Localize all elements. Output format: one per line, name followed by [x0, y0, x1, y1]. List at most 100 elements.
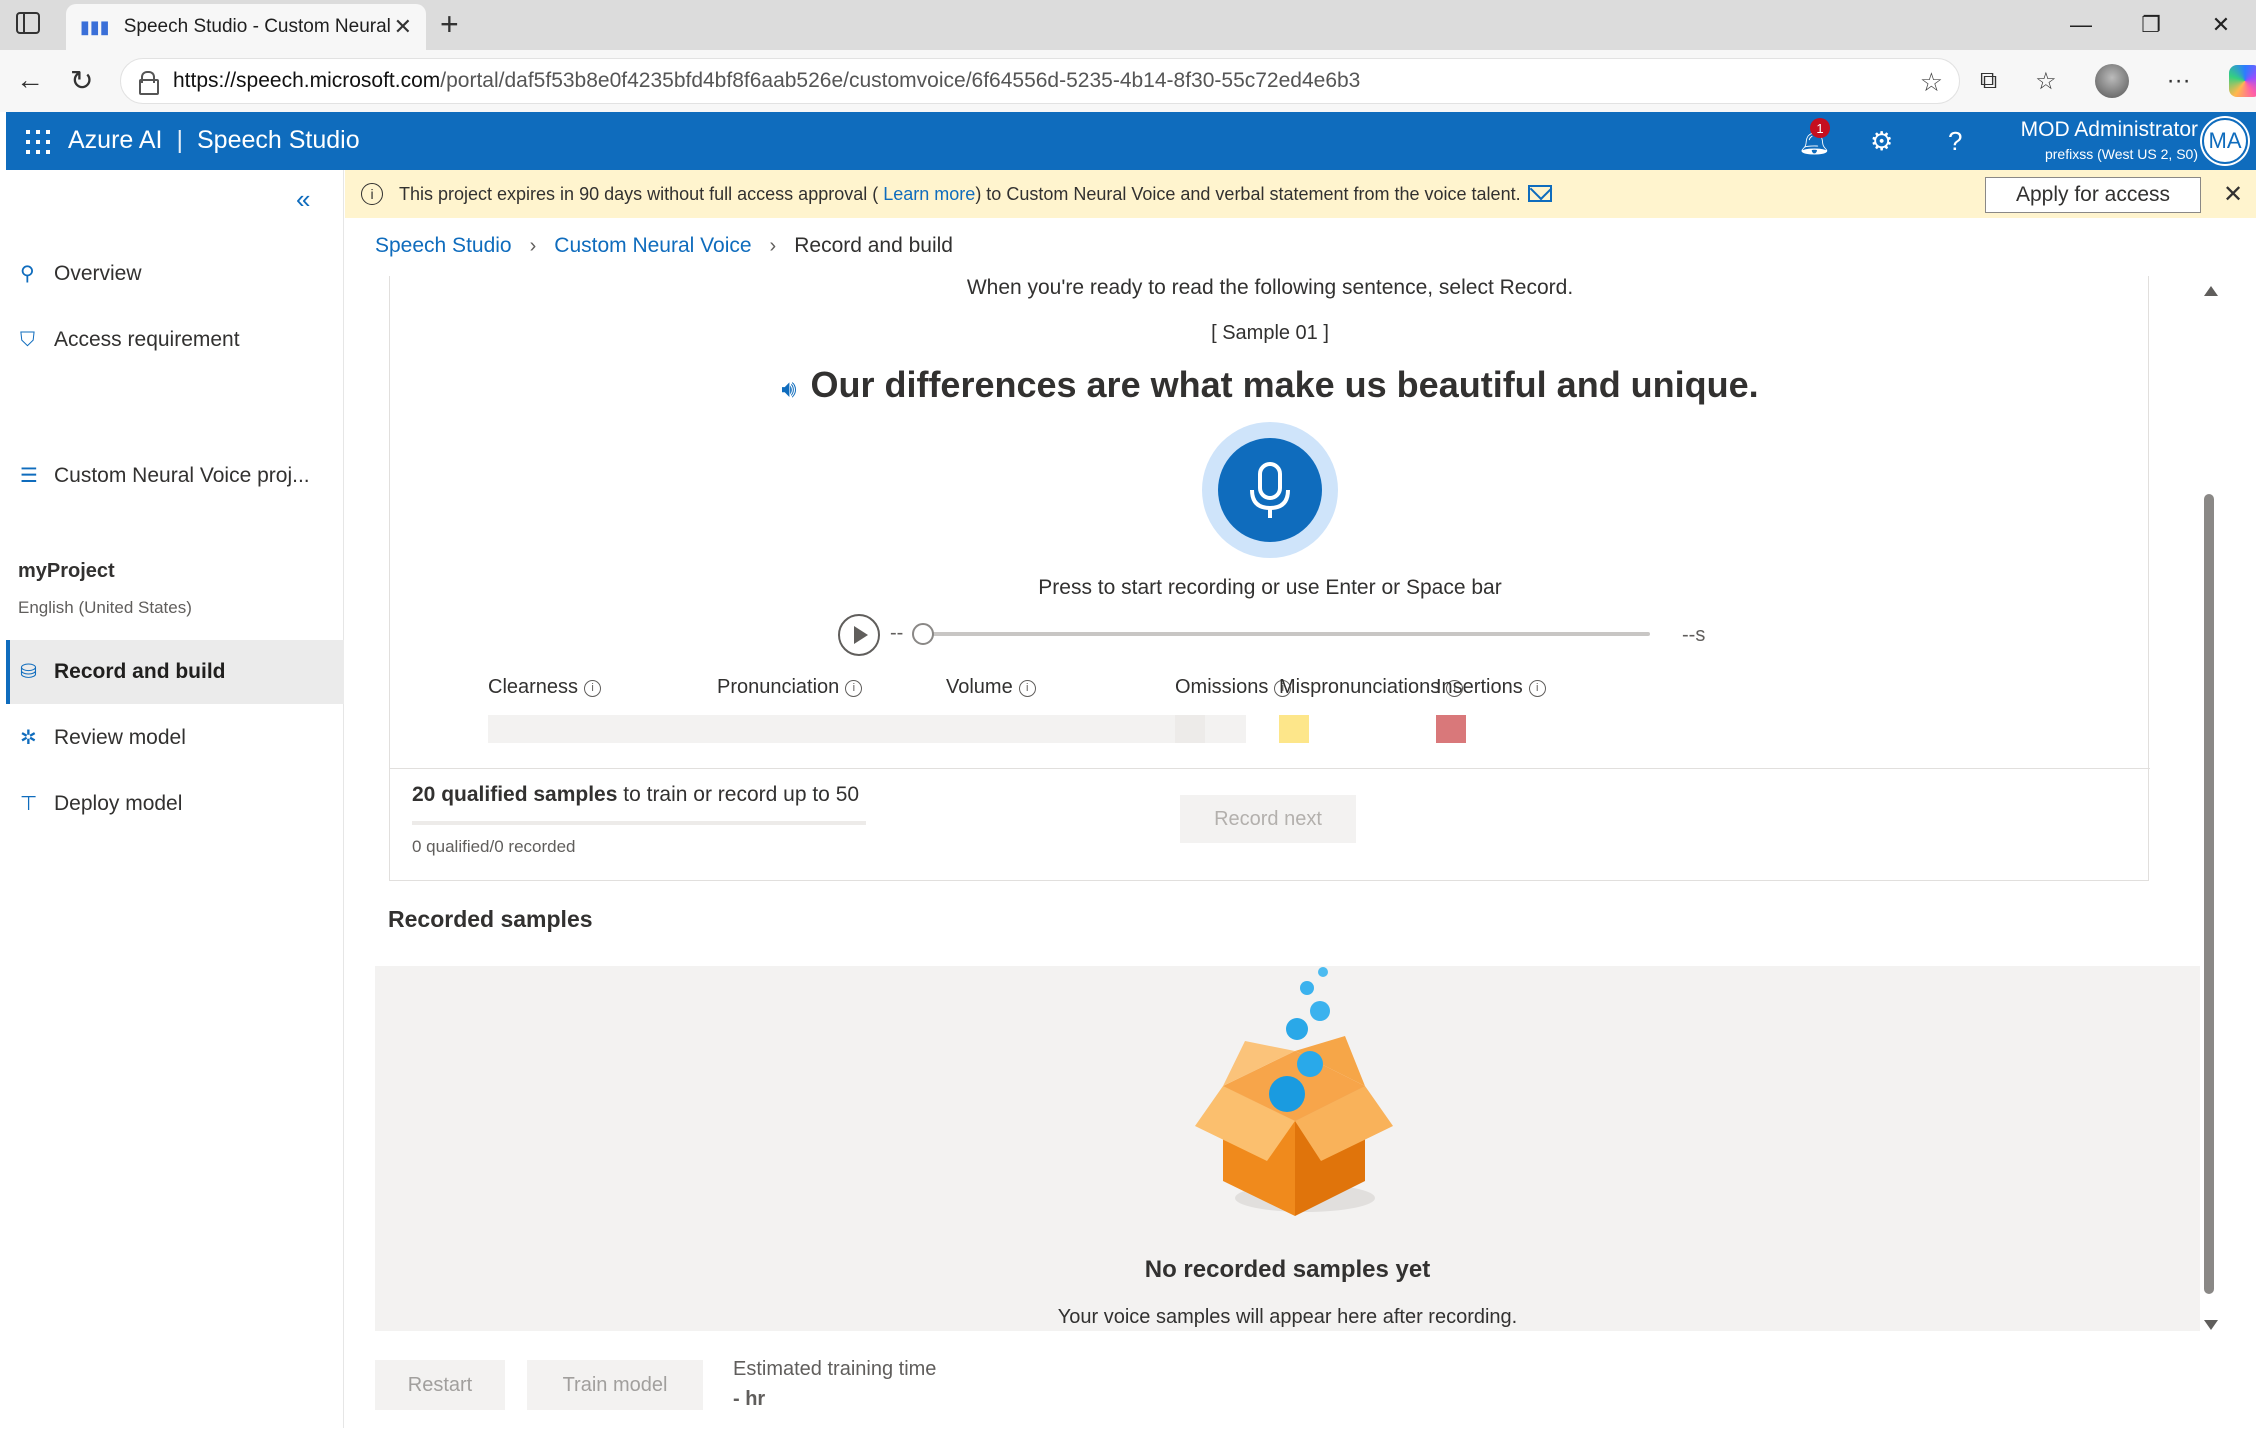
nav-label: Review model: [54, 726, 186, 749]
window-close-icon[interactable]: ✕: [2186, 0, 2256, 50]
insertions-swatch: [1436, 715, 1466, 743]
brand-speech-studio[interactable]: Speech Studio: [197, 126, 360, 155]
empty-state-subtitle: Your voice samples will appear here afte…: [1057, 1306, 1518, 1328]
restore-icon[interactable]: ❐: [2116, 0, 2186, 50]
extensions-icon[interactable]: ⧉: [1980, 67, 1997, 95]
nav-item-access-requirement[interactable]: ⛉ Access requirement: [6, 308, 344, 372]
record-hint: Press to start recording or use Enter or…: [1038, 576, 1502, 599]
url-path: /portal/daf5f53b8e0f4235bfd4bf8f6aab526e…: [440, 69, 1361, 92]
favorites-icon[interactable]: ☆: [2035, 67, 2057, 96]
lock-icon[interactable]: [139, 71, 159, 95]
help-icon[interactable]: ?: [1948, 126, 1962, 157]
metric-pronunciation: Pronunciation i: [717, 676, 863, 699]
progress-section: 20 qualified samples to train or record …: [390, 768, 2150, 881]
url-host: https://speech.microsoft.com: [173, 69, 441, 92]
info-icon[interactable]: i: [845, 680, 863, 697]
breadcrumb-speech-studio[interactable]: Speech Studio: [375, 234, 512, 258]
tab-actions-icon[interactable]: [16, 12, 40, 34]
rocket-icon: ⚲: [20, 263, 35, 285]
browser-tabstrip: ▮▮▮ Speech Studio - Custom Neural V ✕ + …: [0, 0, 2256, 50]
app-header: Azure AI | Speech Studio 🔔︎ 1 ⚙ ? MOD Ad…: [6, 112, 2256, 170]
estimated-training-label: Estimated training time: [733, 1358, 937, 1380]
info-icon[interactable]: i: [1528, 680, 1546, 697]
learn-more-link[interactable]: Learn more: [883, 184, 975, 204]
bottom-action-bar: Restart Train model Estimated training t…: [345, 1340, 2256, 1428]
nav-item-review-model[interactable]: ✲ Review model: [6, 706, 344, 770]
breadcrumb-current: Record and build: [794, 234, 953, 257]
address-bar[interactable]: https://speech.microsoft.com/portal/daf5…: [120, 58, 1960, 104]
time-elapsed: --: [890, 622, 904, 644]
nav-item-deploy-model[interactable]: ⊤ Deploy model: [6, 772, 344, 836]
user-info[interactable]: MOD Administrator prefixss (West US 2, S…: [2021, 116, 2198, 162]
qualified-progress-bar: [412, 821, 866, 825]
info-icon[interactable]: i: [584, 680, 602, 697]
audio-seek-bar[interactable]: [920, 632, 1650, 636]
database-icon: ⛁: [20, 661, 37, 683]
back-icon[interactable]: ←: [16, 64, 44, 96]
info-icon[interactable]: i: [1018, 680, 1036, 697]
banner-text: This project expires in 90 days without …: [399, 184, 1521, 205]
main-content: When you're ready to read the following …: [345, 276, 2200, 1331]
browser-toolbar: ⧉ ☆ ···: [1980, 64, 2256, 98]
refresh-icon[interactable]: ↻: [70, 64, 93, 97]
scroll-down-icon[interactable]: [2204, 1320, 2218, 1330]
metric-label: Omissions: [1175, 676, 1269, 698]
user-avatar[interactable]: MA: [2202, 118, 2248, 164]
scroll-up-icon[interactable]: [2204, 286, 2218, 296]
qualified-count: 20 qualified samples: [412, 783, 618, 806]
nav-item-cnv-projects[interactable]: ☰ Custom Neural Voice proj...: [6, 444, 344, 508]
record-button[interactable]: [1202, 422, 1338, 558]
access-banner: i This project expires in 90 days withou…: [345, 170, 2256, 218]
nav-label: Overview: [54, 262, 142, 285]
project-name: myProject: [18, 560, 115, 582]
more-options-icon[interactable]: ···: [2167, 67, 2191, 95]
metric-omissions: Omissions i: [1175, 676, 1292, 699]
seek-thumb[interactable]: [912, 623, 934, 645]
empty-box-illustration: [1195, 967, 1393, 1216]
empty-state-title: No recorded samples yet: [1144, 1256, 1431, 1283]
record-next-button[interactable]: Record next: [1180, 795, 1356, 843]
left-nav: « ⚲ Overview ⛉ Access requirement ☰ Cust…: [6, 170, 344, 1428]
sample-id: [ Sample 01 ]: [1211, 322, 1329, 344]
browser-tab[interactable]: ▮▮▮ Speech Studio - Custom Neural V ✕: [66, 4, 426, 50]
train-model-button[interactable]: Train model: [527, 1360, 703, 1410]
banner-close-icon[interactable]: ✕: [2223, 180, 2243, 209]
sentence-text: Our differences are what make us beautif…: [810, 364, 1759, 405]
shield-icon: ⛉: [20, 329, 35, 351]
play-icon[interactable]: [838, 614, 880, 656]
restart-button[interactable]: Restart: [375, 1360, 505, 1410]
minimize-icon[interactable]: —: [2046, 0, 2116, 50]
script-sentence: 🔊︎ Our differences are what make us beaut…: [390, 364, 2150, 406]
profile-avatar[interactable]: [2094, 64, 2129, 98]
list-icon: ☰: [20, 465, 38, 487]
recording-card: When you're ready to read the following …: [389, 276, 2150, 881]
qualified-rest: to train or record up to 50: [617, 783, 860, 806]
scroll-thumb[interactable]: [2204, 494, 2214, 1294]
copilot-icon[interactable]: [2228, 65, 2256, 97]
content-scrollbar[interactable]: [2200, 276, 2222, 1336]
estimated-training-value: - hr: [733, 1388, 766, 1410]
favorite-star-icon[interactable]: ☆: [1920, 67, 1943, 98]
nav-label: Custom Neural Voice proj...: [54, 464, 310, 487]
app-launcher-icon[interactable]: [26, 130, 50, 154]
collapse-nav-icon[interactable]: «: [296, 184, 310, 215]
notification-badge: 1: [1810, 118, 1830, 138]
recorded-samples-empty: No recorded samples yet Your voice sampl…: [375, 966, 2200, 1331]
brand-azure-ai[interactable]: Azure AI: [68, 126, 163, 155]
speaker-icon[interactable]: 🔊︎: [781, 376, 796, 403]
metric-label: Pronunciation: [717, 676, 840, 698]
settings-gear-icon[interactable]: ⚙: [1870, 126, 1893, 157]
nav-item-record-and-build[interactable]: ⛁ Record and build: [6, 640, 344, 704]
microphone-icon: [1218, 438, 1322, 542]
metric-label: Mispronunciations: [1279, 676, 1441, 698]
tab-close-icon[interactable]: ✕: [394, 14, 412, 40]
apply-for-access-button[interactable]: Apply for access: [1985, 177, 2201, 213]
mail-icon[interactable]: [1528, 185, 1552, 202]
brand: Azure AI | Speech Studio: [68, 126, 360, 155]
new-tab-icon[interactable]: +: [440, 6, 459, 43]
breadcrumb: Speech Studio › Custom Neural Voice › Re…: [375, 234, 953, 258]
breadcrumb-custom-neural-voice[interactable]: Custom Neural Voice: [554, 234, 751, 258]
nav-item-overview[interactable]: ⚲ Overview: [6, 242, 344, 306]
time-total: --s: [1682, 624, 1706, 646]
recorded-samples-title: Recorded samples: [388, 906, 593, 932]
